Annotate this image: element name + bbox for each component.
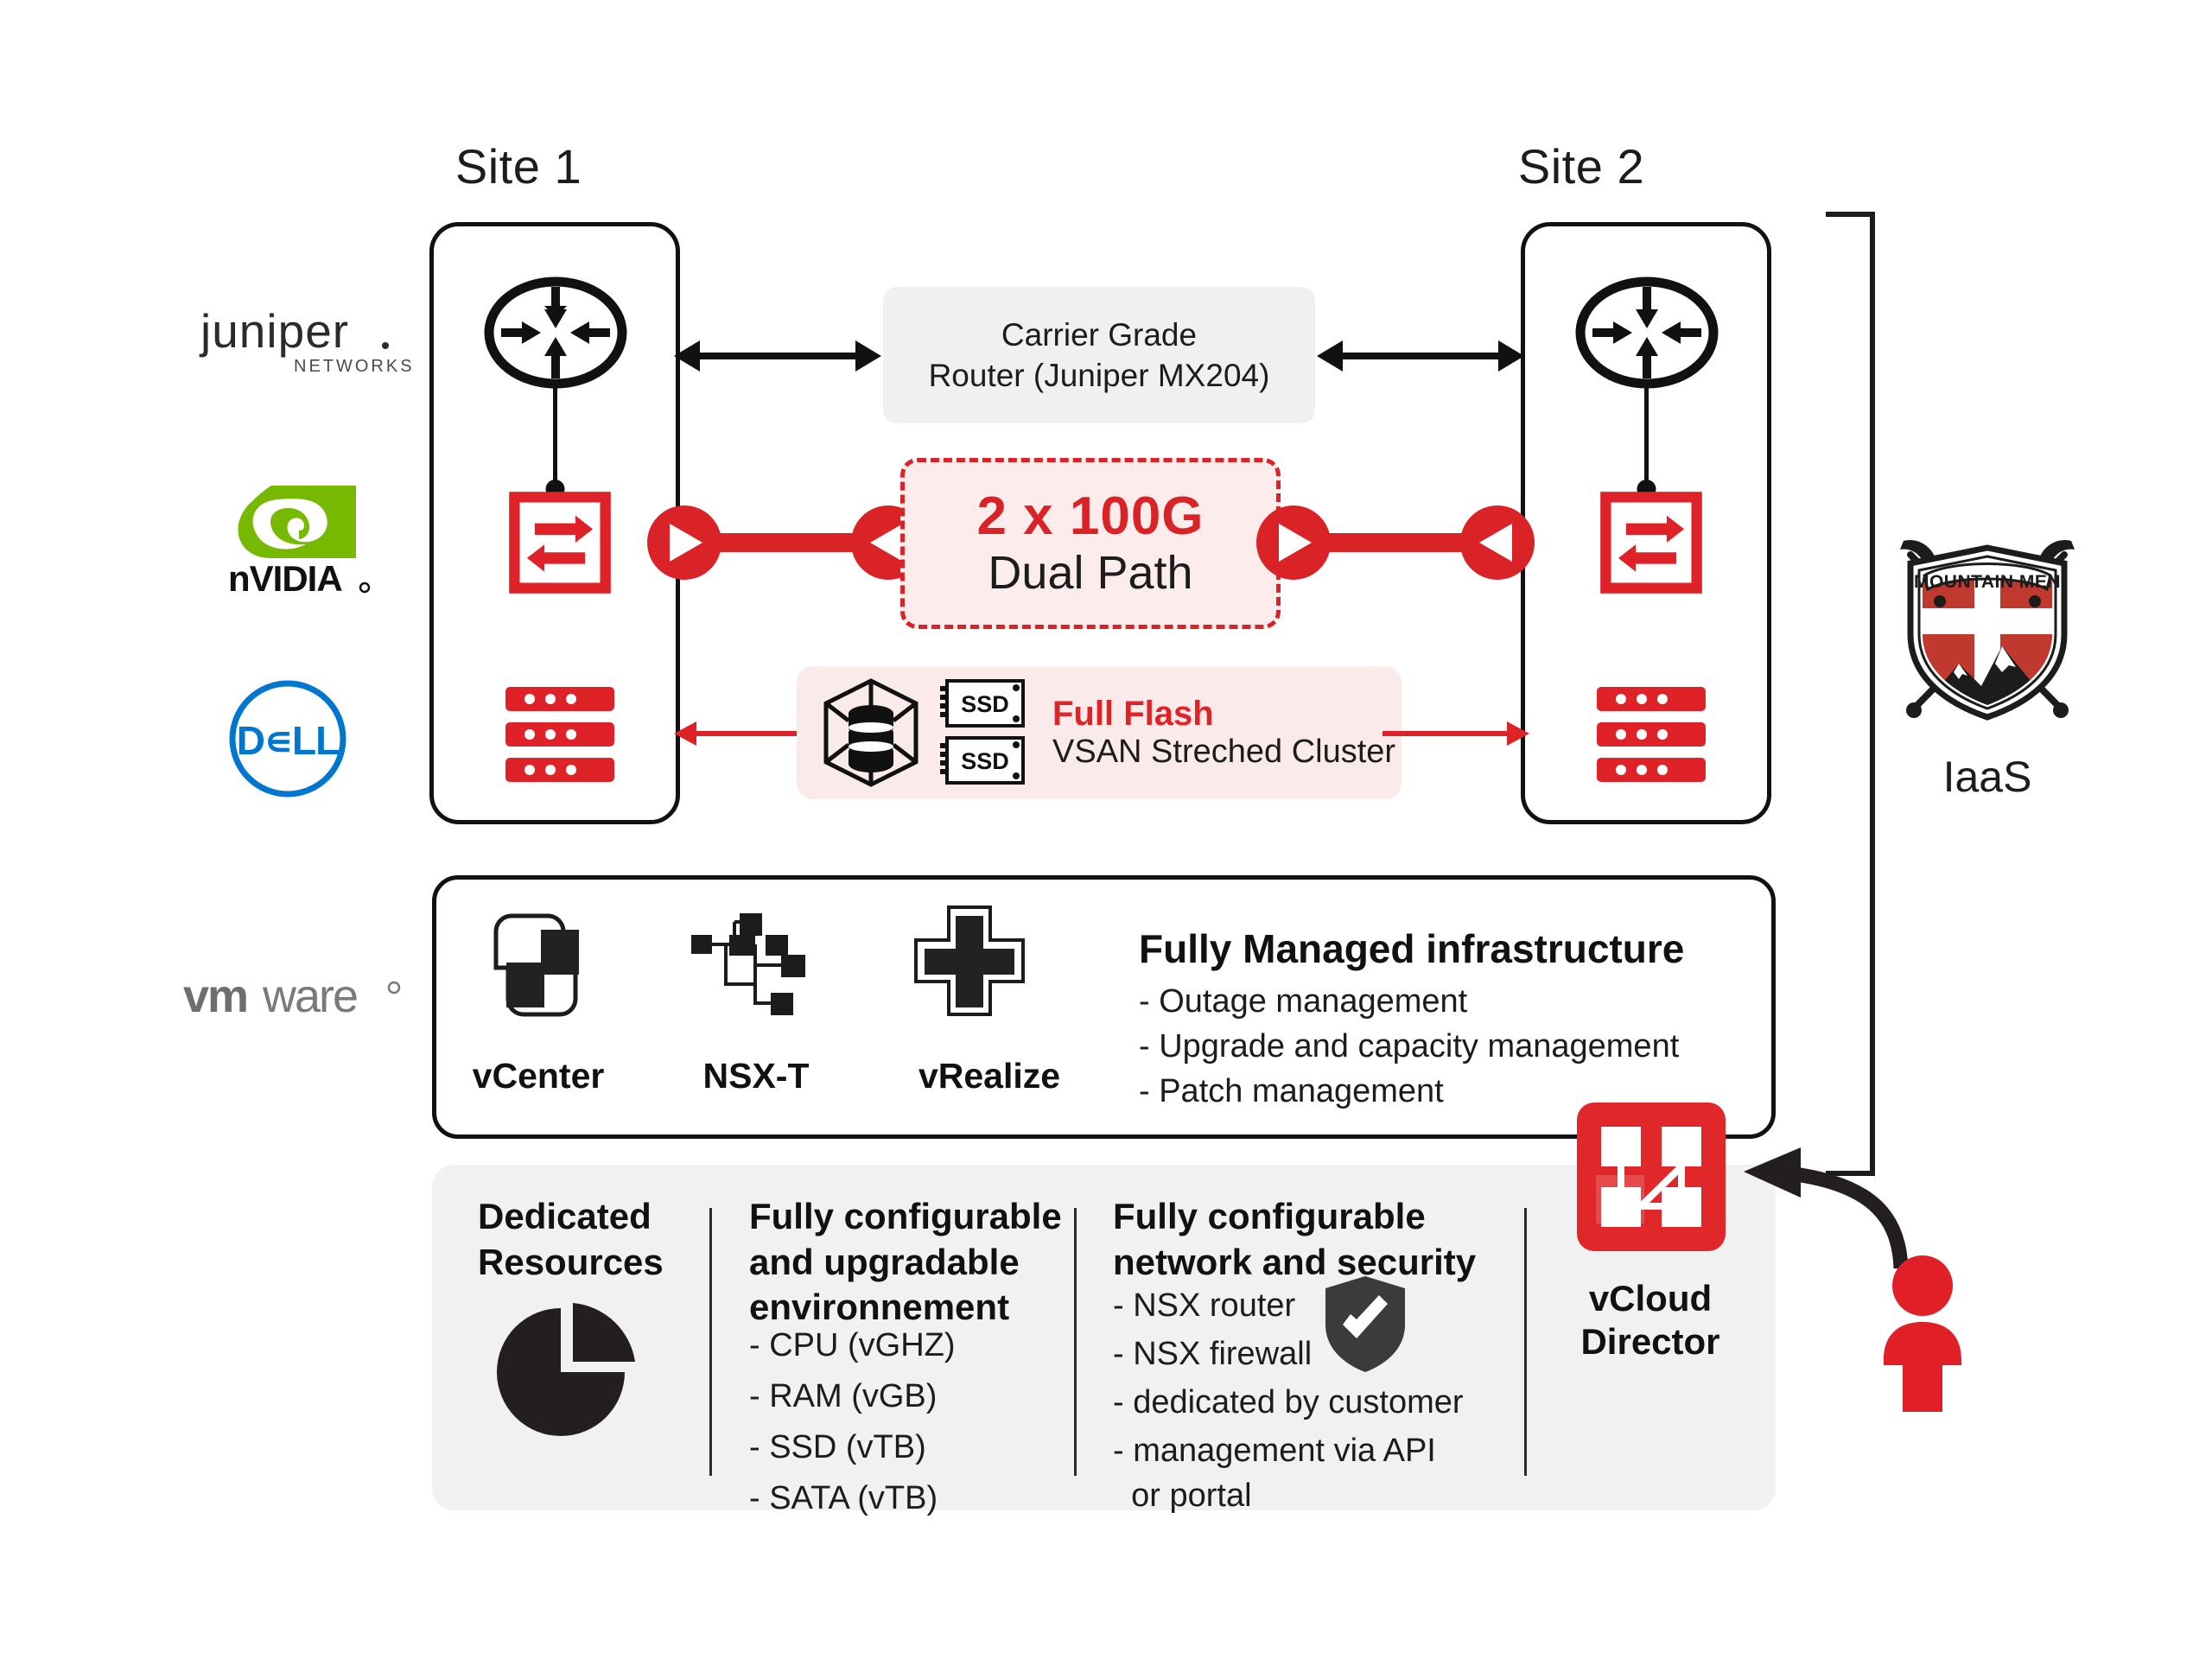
server-stack-icon	[1597, 687, 1706, 782]
vcloud-line1: vCloud	[1588, 1278, 1713, 1319]
col2-title-line3: environnement	[749, 1287, 1010, 1327]
vcenter-icon	[491, 909, 586, 1021]
vcloud-line2: Director	[1580, 1321, 1720, 1363]
vsan-arrow-right	[1382, 713, 1529, 754]
router-icon	[1575, 276, 1719, 389]
juniper-logo: juniper NETWORKS	[199, 302, 412, 377]
dual-path-headline: 2 x 100G	[976, 486, 1205, 546]
nvidia-logo: nVIDIA	[226, 482, 375, 599]
user-icon	[1875, 1255, 1970, 1414]
dedicated-resources-title: Dedicated Resources	[478, 1194, 702, 1285]
router-link-arrow-right	[1317, 330, 1524, 382]
column-divider	[709, 1208, 712, 1476]
dual-path-link-left	[644, 501, 929, 584]
managed-title: Fully Managed infrastructure	[1139, 926, 1685, 971]
server-stack-icon	[505, 687, 614, 782]
svg-text:SSD: SSD	[961, 691, 1009, 717]
dual-path-subline: Dual Path	[988, 546, 1193, 599]
iaas-label: IaaS	[1942, 753, 2032, 801]
col2-title-line1: Fully configurable	[749, 1196, 1062, 1236]
dell-logo: D∊LL	[227, 678, 348, 799]
vsan-subtitle: VSAN Streched Cluster	[1052, 734, 1396, 771]
col2-item: - SATA (vTB)	[749, 1480, 938, 1516]
full-flash-title: Full Flash	[1052, 695, 1214, 734]
vcloud-director-icon	[1577, 1103, 1726, 1251]
dual-path-box: 2 x 100G Dual Path	[900, 458, 1281, 629]
vsan-datastore-icon	[819, 677, 923, 788]
col2-item: - SSD (vTB)	[749, 1429, 926, 1465]
col2-item: - CPU (vGHZ)	[749, 1327, 956, 1363]
iaas-scope-bracket	[1776, 212, 1879, 1176]
configurable-env-title: Fully configurable and upgradable enviro…	[749, 1194, 1077, 1331]
vrealize-icon	[909, 904, 1030, 1020]
network-security-title: Fully configurable network and security	[1113, 1194, 1519, 1285]
managed-item: - Outage management	[1139, 983, 1468, 1020]
col3-item: - NSX firewall	[1113, 1336, 1313, 1372]
carrier-grade-router-chip: Carrier Grade Router (Juniper MX204)	[883, 287, 1315, 423]
col3-item: - NSX router	[1113, 1287, 1296, 1324]
site-2-connector	[1637, 387, 1656, 499]
carrier-router-line2: Router (Juniper MX204)	[928, 358, 1270, 393]
vmware-logo: vm ware	[183, 970, 416, 1024]
switch-icon	[1600, 492, 1702, 594]
vcloud-director-label: vCloud Director	[1547, 1277, 1754, 1364]
nsxt-icon	[676, 912, 836, 1020]
switch-icon	[509, 492, 611, 594]
column-divider	[1524, 1208, 1527, 1476]
svg-text:juniper: juniper	[199, 304, 349, 358]
col3-item: - management via API	[1113, 1433, 1436, 1469]
site-1-connector	[545, 387, 565, 499]
site-1-title: Site 1	[454, 139, 582, 194]
col1-title-line1: Dedicated	[478, 1196, 652, 1236]
pie-chart-icon	[497, 1296, 639, 1439]
col3-title-line1: Fully configurable	[1113, 1196, 1426, 1236]
carrier-router-line1: Carrier Grade	[1001, 316, 1198, 353]
vcenter-label: vCenter	[472, 1056, 605, 1096]
col3-item: or portal	[1113, 1478, 1252, 1514]
router-icon	[484, 276, 627, 389]
dual-path-link-right	[1253, 501, 1538, 584]
nsxt-label: NSX-T	[702, 1056, 810, 1096]
col2-title-line2: and upgradable	[749, 1241, 1020, 1282]
site-2-title: Site 2	[1517, 139, 1645, 194]
full-flash-box: SSD SSD Full Flash VSAN Streched Cluster	[797, 666, 1402, 799]
router-link-arrow-left	[674, 330, 881, 382]
svg-text:D∊LL: D∊LL	[237, 718, 339, 763]
mountain-men-logo: MOUNTAIN MEN	[1888, 525, 2087, 741]
svg-text:nVIDIA: nVIDIA	[228, 558, 342, 599]
svg-text:vm: vm	[183, 970, 247, 1022]
ssd-icons: SSD SSD	[937, 677, 1033, 788]
shield-banner-text: MOUNTAIN MEN	[1914, 572, 2061, 592]
shield-check-icon	[1322, 1274, 1408, 1374]
svg-text:SSD: SSD	[961, 748, 1009, 774]
col3-title-line2: network and security	[1113, 1241, 1477, 1282]
col3-item: - dedicated by customer	[1113, 1384, 1464, 1420]
managed-item: - Upgrade and capacity management	[1139, 1028, 1680, 1064]
svg-text:ware: ware	[262, 970, 357, 1022]
vrealize-label: vRealize	[918, 1056, 1061, 1096]
col1-title-line2: Resources	[478, 1241, 664, 1282]
col2-item: - RAM (vGB)	[749, 1378, 938, 1414]
svg-text:NETWORKS: NETWORKS	[294, 357, 415, 376]
